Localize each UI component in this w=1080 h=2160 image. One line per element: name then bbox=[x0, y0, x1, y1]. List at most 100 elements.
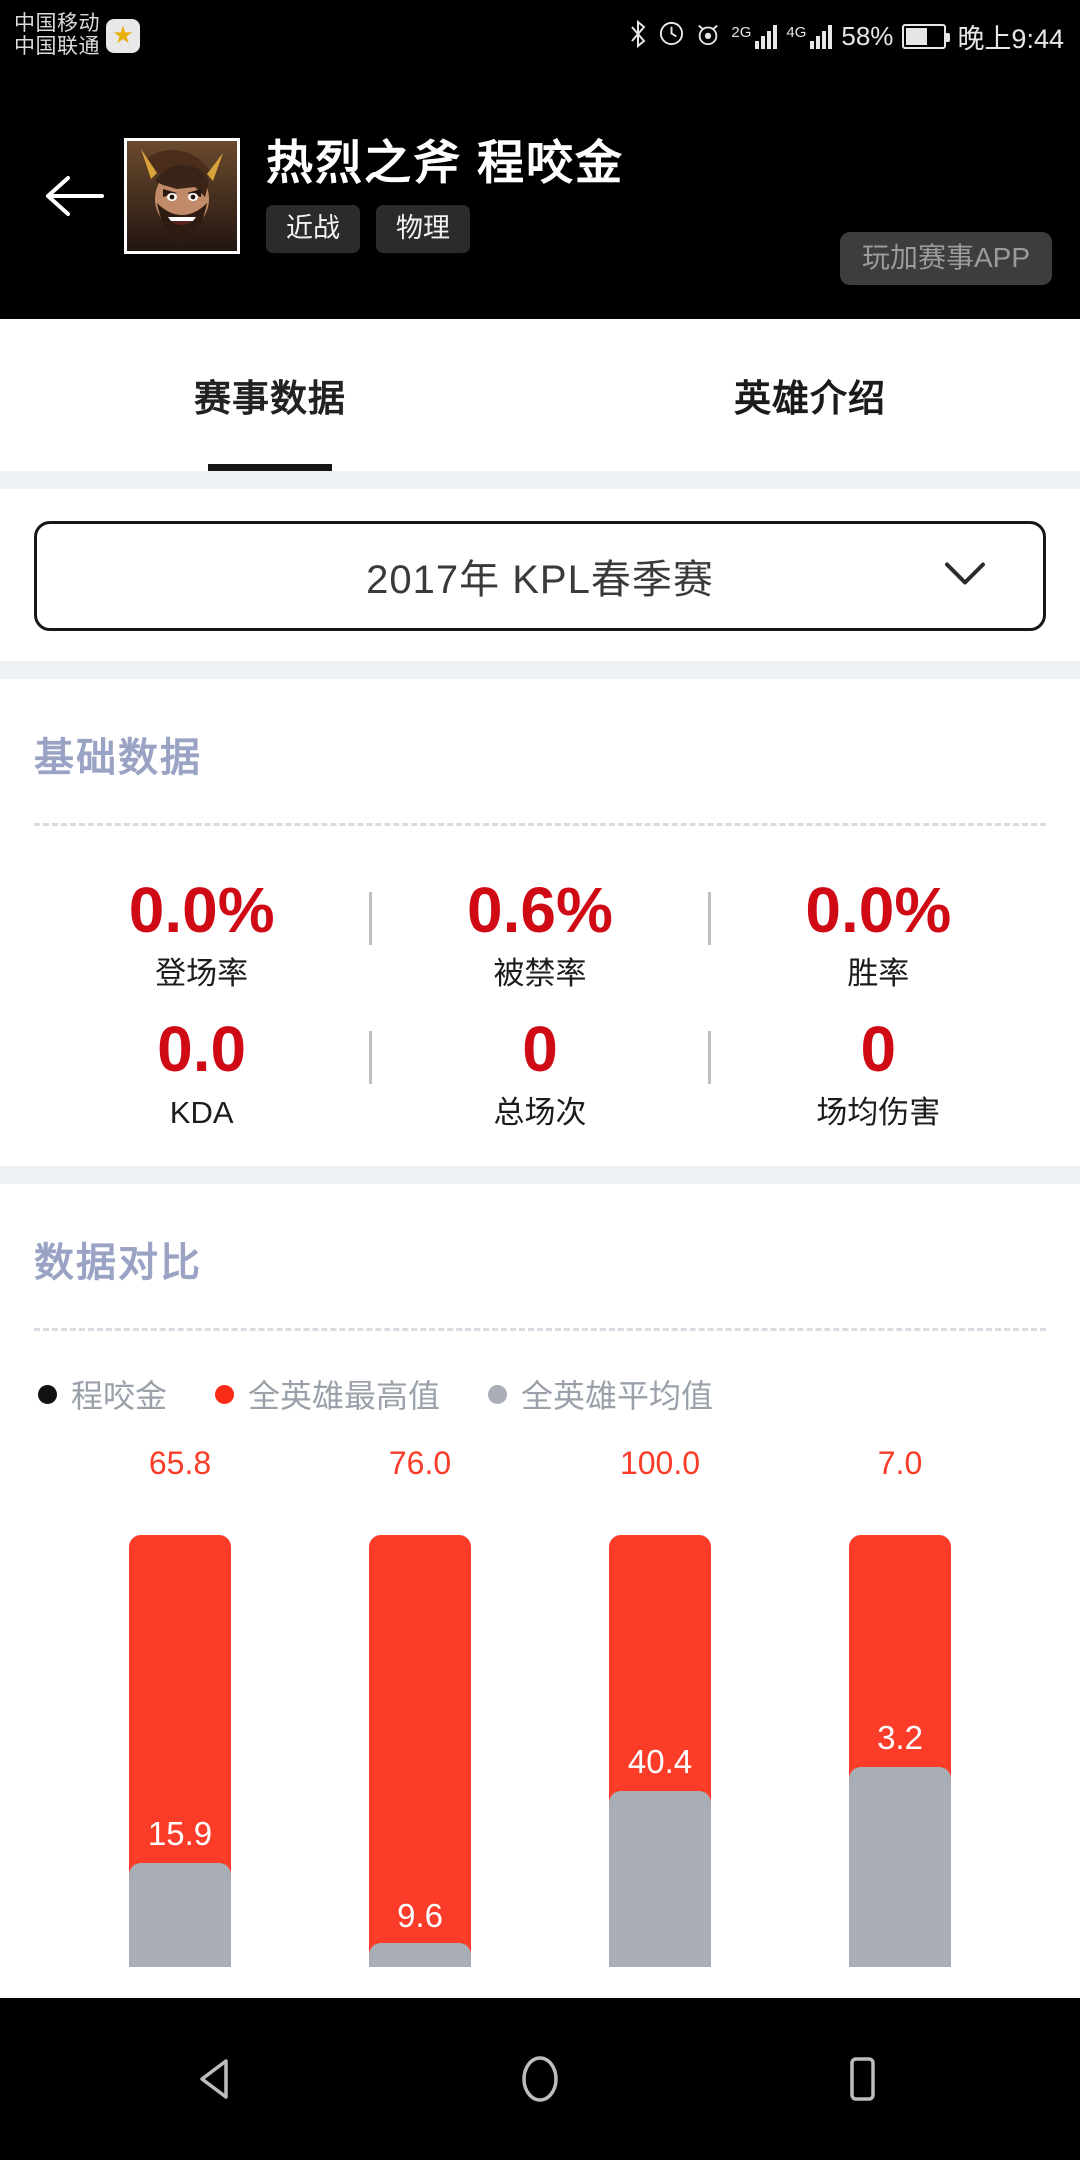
bar-1-avg-label: 15.9 bbox=[147, 1815, 213, 1852]
signal-1: 2G bbox=[731, 23, 778, 49]
basic-stats-card: 基础数据 0.0% 登场率 0.6% 被禁率 0.0% 胜率 0.0 KDA 0… bbox=[0, 679, 1080, 1166]
stat-kda-label: KDA bbox=[169, 1095, 234, 1130]
chart-legend: 程咬金 全英雄最高值 全英雄平均值 bbox=[34, 1331, 1046, 1447]
legend-item-avg: 全英雄平均值 bbox=[488, 1371, 713, 1417]
nav-home-button[interactable] bbox=[494, 2033, 586, 2125]
season-selector-value: 2017年 KPL春季赛 bbox=[366, 558, 714, 602]
legend-dot-hero bbox=[38, 1384, 57, 1404]
bar-4-max: 3.2 bbox=[849, 1535, 951, 1967]
bluetooth-icon bbox=[627, 19, 649, 53]
signal-bars-2 bbox=[810, 23, 833, 49]
open-app-button[interactable]: 玩加赛事APP bbox=[839, 232, 1052, 285]
legend-item-max: 全英雄最高值 bbox=[215, 1371, 440, 1417]
network-2-label: 4G bbox=[786, 24, 807, 41]
bar-1-avg: 15.9 bbox=[129, 1817, 231, 1967]
section-divider-3 bbox=[0, 1166, 1080, 1184]
hero-avatar[interactable] bbox=[124, 137, 240, 254]
stat-appearance-rate-label: 登场率 bbox=[155, 956, 249, 991]
stat-total-matches-value: 0 bbox=[522, 1013, 558, 1085]
bar-group-4: 7.0 3.2 bbox=[849, 1447, 951, 1967]
basic-stats-grid: 0.0% 登场率 0.6% 被禁率 0.0% 胜率 0.0 KDA 0 总场次 bbox=[34, 826, 1046, 1166]
hero-portrait-image bbox=[127, 140, 237, 251]
stat-ban-rate: 0.6% 被禁率 bbox=[372, 878, 707, 989]
carrier-2-label: 中国联通 bbox=[14, 35, 100, 58]
basic-stats-row-2: 0.0 KDA 0 总场次 0 场均伤害 bbox=[34, 999, 1046, 1138]
season-selector[interactable]: 2017年 KPL春季赛 bbox=[34, 521, 1046, 631]
legend-dot-avg bbox=[488, 1384, 508, 1404]
hero-tag-physical: 物理 bbox=[376, 205, 470, 254]
tab-bar: 赛事数据 英雄介绍 bbox=[0, 319, 1080, 471]
stat-win-rate: 0.0% 胜率 bbox=[711, 878, 1046, 989]
season-selector-wrap: 2017年 KPL春季赛 bbox=[0, 489, 1080, 661]
nav-back-triangle-icon bbox=[200, 2059, 228, 2099]
stat-total-matches: 0 总场次 bbox=[372, 1017, 707, 1128]
bar-1-max-label: 65.8 bbox=[148, 1445, 212, 1481]
bar-group-2: 76.0 9.6 bbox=[369, 1447, 471, 1967]
back-button[interactable] bbox=[28, 150, 120, 242]
bar-2-avg: 9.6 bbox=[369, 1899, 471, 1967]
stat-avg-damage: 0 场均伤害 bbox=[711, 1017, 1046, 1128]
stat-win-rate-label: 胜率 bbox=[847, 956, 910, 991]
bar-3-avg: 40.4 bbox=[609, 1745, 711, 1967]
status-bar: 中国移动 中国联通 ★ 2G 4G 58% 晚上9:44 bbox=[0, 0, 1080, 72]
compare-title: 数据对比 bbox=[34, 1241, 202, 1285]
bar-group-3: 100.0 40.4 bbox=[609, 1447, 711, 1967]
stat-avg-damage-value: 0 bbox=[860, 1013, 897, 1085]
section-divider-2 bbox=[0, 661, 1080, 679]
stat-kda-value: 0.0 bbox=[157, 1013, 247, 1085]
nav-recents-button[interactable] bbox=[816, 2033, 908, 2125]
bar-group-1: 65.8 15.9 bbox=[129, 1447, 231, 1967]
stat-appearance-rate: 0.0% 登场率 bbox=[34, 878, 369, 989]
nav-recents-square-icon bbox=[850, 2057, 875, 2101]
tab-match-data[interactable]: 赛事数据 bbox=[0, 319, 540, 471]
stat-kda: 0.0 KDA bbox=[34, 1017, 369, 1128]
tab-match-data-label: 赛事数据 bbox=[194, 378, 346, 419]
comparison-bar-chart: 65.8 15.9 76.0 9.6 100.0 40.4 7.0 3.2 bbox=[34, 1447, 1046, 1967]
legend-label-max: 全英雄最高值 bbox=[248, 1378, 441, 1414]
tab-hero-intro-label: 英雄介绍 bbox=[734, 378, 886, 419]
stat-appearance-rate-value: 0.0% bbox=[128, 874, 275, 946]
battery-icon bbox=[902, 23, 951, 49]
status-icons: 2G 4G 58% 晚上9:44 bbox=[627, 17, 1064, 56]
tab-active-indicator bbox=[208, 464, 332, 471]
stat-ban-rate-value: 0.6% bbox=[467, 874, 613, 946]
legend-label-avg: 全英雄平均值 bbox=[521, 1378, 714, 1414]
page-title: 热烈之斧 程咬金 bbox=[266, 135, 625, 189]
back-arrow-icon bbox=[46, 175, 104, 216]
carrier-1-label: 中国移动 bbox=[14, 12, 100, 36]
hero-tag-melee: 近战 bbox=[266, 205, 360, 254]
star-glyph: ★ bbox=[112, 22, 134, 49]
bar-2-max-label: 76.0 bbox=[388, 1445, 452, 1481]
carrier-info: 中国移动 中国联通 ★ bbox=[14, 13, 140, 58]
bar-4-avg: 3.2 bbox=[849, 1721, 951, 1967]
legend-item-hero: 程咬金 bbox=[38, 1371, 167, 1417]
signal-2: 4G bbox=[786, 23, 833, 49]
carrier-names: 中国移动 中国联通 bbox=[14, 13, 100, 58]
system-nav-bar bbox=[0, 1998, 1080, 2160]
bar-3-max: 40.4 bbox=[609, 1535, 711, 1967]
bar-3-avg-label: 40.4 bbox=[627, 1743, 693, 1780]
legend-label-hero: 程咬金 bbox=[71, 1378, 168, 1414]
clock-label: 晚上9:44 bbox=[957, 23, 1064, 54]
bar-4-max-label: 7.0 bbox=[877, 1445, 923, 1481]
nav-home-circle-icon bbox=[522, 2056, 558, 2102]
eye-icon bbox=[694, 21, 722, 52]
signal-bars-1 bbox=[755, 23, 778, 49]
bar-3-max-label: 100.0 bbox=[619, 1445, 701, 1481]
stat-win-rate-value: 0.0% bbox=[805, 874, 952, 946]
basic-stats-row-1: 0.0% 登场率 0.6% 被禁率 0.0% 胜率 bbox=[34, 860, 1046, 999]
stat-ban-rate-label: 被禁率 bbox=[493, 956, 587, 991]
bar-2-avg-label: 9.6 bbox=[397, 1897, 443, 1934]
star-badge-icon: ★ bbox=[106, 19, 140, 53]
nav-back-button[interactable] bbox=[172, 2033, 264, 2125]
bar-1-max: 15.9 bbox=[129, 1535, 231, 1967]
stat-avg-damage-label: 场均伤害 bbox=[816, 1095, 941, 1130]
chevron-down-icon bbox=[943, 560, 987, 593]
bar-2-max: 9.6 bbox=[369, 1535, 471, 1967]
basic-stats-title: 基础数据 bbox=[34, 736, 202, 780]
stat-total-matches-label: 总场次 bbox=[493, 1095, 587, 1130]
tab-hero-intro[interactable]: 英雄介绍 bbox=[540, 319, 1080, 471]
section-divider-1 bbox=[0, 471, 1080, 489]
compare-card: 数据对比 程咬金 全英雄最高值 全英雄平均值 65.8 15.9 76.0 9.… bbox=[0, 1184, 1080, 1967]
network-1-label: 2G bbox=[731, 24, 752, 41]
